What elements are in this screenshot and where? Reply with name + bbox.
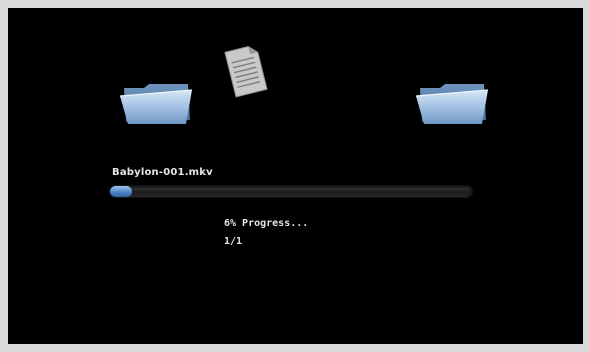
document-icon [224,45,268,98]
copy-progress-screen: Babylon-001.mkv 6% Progress... 1/1 [8,8,583,344]
folder-icon [415,84,489,124]
progress-percent-label: 6% Progress... [224,218,309,229]
file-name-label: Babylon-001.mkv [112,167,213,178]
progress-bar [110,186,472,197]
file-count-label: 1/1 [224,236,243,247]
progress-bar-fill [110,186,132,197]
folder-icon [119,84,193,124]
